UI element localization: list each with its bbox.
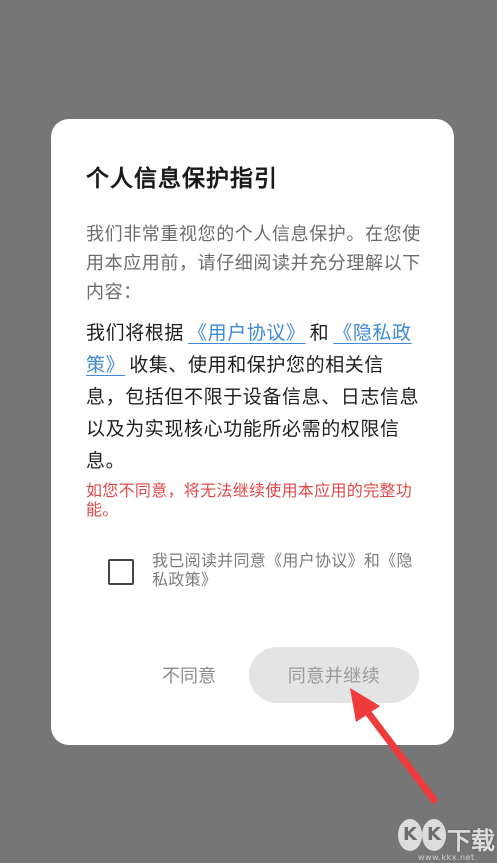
body-before-text: 我们将根据: [86, 322, 185, 344]
intro-text: 我们非常重视您的个人信息保护。在您使用本应用前，请仔细阅读并充分理解以下内容：: [86, 224, 421, 303]
user-agreement-link[interactable]: 《用户协议》: [188, 322, 306, 344]
watermark-url: www.kkx.net: [418, 853, 475, 862]
watermark-letter-k2: K: [422, 819, 446, 851]
consent-checkbox[interactable]: [108, 559, 134, 585]
body-and-text: 和: [309, 322, 330, 344]
policy-body: 我们将根据 《用户协议》和《隐私政策》 收集、使用和保护您的相关信息，包括但不限于设…: [86, 317, 421, 477]
watermark-char-zai: 载: [471, 827, 495, 855]
disagree-button[interactable]: 不同意: [137, 646, 241, 704]
consent-label[interactable]: 我已阅读并同意《用户协议》和《隐私政策》: [152, 551, 427, 589]
kk-download-watermark: K K 下 载 www.kkx.net: [398, 813, 496, 863]
privacy-dialog: 个人信息保护指引 我们非常重视您的个人信息保护。在您使用本应用前，请仔细阅读并充…: [51, 119, 454, 745]
body-after-text: 收集、使用和保护您的相关信息，包括但不限于设备信息、日志信息以及为实现核心功能所…: [86, 354, 420, 472]
watermark-letter-k1: K: [398, 819, 422, 851]
red-arrow-icon: [350, 688, 438, 804]
warning-text: 如您不同意，将无法继续使用本应用的完整功能。: [86, 481, 413, 519]
watermark-char-xia: 下: [447, 827, 471, 855]
dialog-title: 个人信息保护指引: [86, 166, 278, 192]
